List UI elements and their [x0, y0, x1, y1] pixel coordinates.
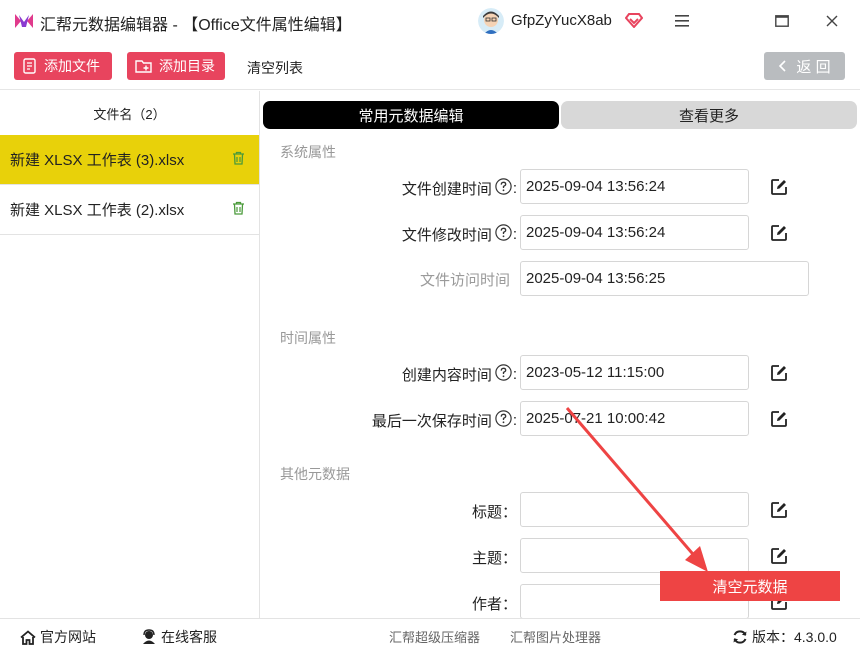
app-window: 汇帮元数据编辑器 - 【Office文件属性编辑】 GfpZyYucX8ab 添… — [0, 0, 860, 650]
metadata-panel: 常用元数据编辑 查看更多 系统属性 文件创建时间 : 2025-09-04 13… — [260, 91, 860, 618]
file-list-item[interactable]: 新建 XLSX 工作表 (3).xlsx — [0, 135, 259, 185]
clear-list-button[interactable]: 清空列表 — [247, 58, 303, 78]
home-icon — [20, 629, 36, 645]
content-created-time-input[interactable]: 2023-05-12 11:15:00 — [520, 355, 749, 390]
help-icon[interactable] — [495, 224, 512, 245]
section-title-time: 时间属性 — [280, 330, 336, 346]
file-list-panel: 文件名（2） 新建 XLSX 工作表 (3).xlsx 新建 XLSX 工作表 … — [0, 91, 260, 618]
field-label-file-created: 文件创建时间 : — [401, 178, 517, 199]
field-label-author: 作者： — [472, 593, 517, 614]
field-label-content-created: 创建内容时间 : — [401, 364, 517, 385]
field-label-text: 创建内容时间 — [401, 367, 492, 384]
version-info[interactable]: 版本：4.3.0.0 — [732, 627, 837, 647]
clear-metadata-button[interactable]: 清空元数据 — [660, 571, 840, 601]
help-icon[interactable] — [495, 364, 512, 385]
trash-icon[interactable] — [232, 151, 245, 169]
field-label-text: 文件创建时间 — [401, 181, 492, 198]
back-button[interactable]: 返 回 — [764, 52, 845, 80]
field-label-file-accessed: 文件访问时间 — [420, 269, 510, 290]
edit-icon[interactable] — [770, 178, 790, 198]
add-file-button[interactable]: 添加文件 — [14, 52, 112, 80]
field-label-title: 标题： — [472, 501, 517, 522]
chevron-left-icon — [779, 60, 786, 72]
field-label-text: 最后一次保存时间 — [371, 413, 492, 430]
section-title-system: 系统属性 — [280, 144, 336, 160]
field-label-text: 标题 — [471, 504, 502, 521]
avatar-icon[interactable] — [478, 8, 504, 34]
edit-icon[interactable] — [770, 547, 790, 567]
file-list-item[interactable]: 新建 XLSX 工作表 (2).xlsx — [0, 185, 259, 235]
compressor-link[interactable]: 汇帮超级压缩器 — [389, 627, 480, 646]
official-website-link[interactable]: 官方网站 — [20, 627, 96, 647]
tab-common-metadata[interactable]: 常用元数据编辑 — [263, 101, 559, 129]
file-modified-time-input[interactable]: 2025-09-04 13:56:24 — [520, 215, 749, 250]
section-title-other: 其他元数据 — [280, 466, 350, 482]
field-label-text: 主题 — [471, 550, 502, 567]
add-directory-label: 添加目录 — [159, 58, 215, 74]
add-file-icon — [23, 58, 36, 74]
official-website-label: 官方网站 — [40, 629, 96, 645]
file-name: 新建 XLSX 工作表 (2).xlsx — [10, 202, 185, 219]
field-label-text: 作者 — [471, 596, 502, 613]
edit-icon[interactable] — [770, 410, 790, 430]
online-support-label: 在线客服 — [161, 629, 217, 645]
menu-icon[interactable] — [671, 10, 693, 32]
support-agent-icon — [143, 629, 155, 644]
file-name: 新建 XLSX 工作表 (3).xlsx — [10, 152, 185, 169]
field-label-text: 文件访问时间 — [419, 272, 510, 289]
edit-icon[interactable] — [770, 364, 790, 384]
username[interactable]: GfpZyYucX8ab — [511, 12, 612, 29]
add-folder-icon — [135, 60, 152, 73]
window-title: 汇帮元数据编辑器 - 【Office文件属性编辑】 — [40, 17, 352, 34]
field-label-last-saved: 最后一次保存时间 : — [371, 410, 517, 431]
help-icon[interactable] — [495, 178, 512, 199]
field-label-text: 文件修改时间 — [401, 227, 492, 244]
trash-icon[interactable] — [232, 201, 245, 219]
edit-icon[interactable] — [770, 501, 790, 521]
back-label: 返 回 — [796, 58, 831, 76]
close-icon[interactable] — [821, 10, 843, 32]
file-created-time-input[interactable]: 2025-09-04 13:56:24 — [520, 169, 749, 204]
field-label-subject: 主题： — [472, 547, 517, 568]
online-support-link[interactable]: 在线客服 — [141, 627, 217, 647]
file-accessed-time-input[interactable]: 2025-09-04 13:56:25 — [520, 261, 809, 296]
subject-input[interactable] — [520, 538, 749, 573]
add-file-label: 添加文件 — [44, 58, 100, 74]
title-input[interactable] — [520, 492, 749, 527]
add-directory-button[interactable]: 添加目录 — [127, 52, 225, 80]
toolbar: 添加文件 添加目录 清空列表 返 回 — [0, 42, 860, 90]
refresh-icon — [733, 630, 747, 644]
file-list-header: 文件名（2） — [93, 106, 166, 122]
edit-icon[interactable] — [770, 224, 790, 244]
maximize-icon[interactable] — [771, 10, 793, 32]
title-bar: 汇帮元数据编辑器 - 【Office文件属性编辑】 GfpZyYucX8ab — [0, 0, 860, 42]
tab-view-more[interactable]: 查看更多 — [561, 101, 857, 129]
app-logo-icon — [14, 12, 34, 30]
version-label: 版本：4.3.0.0 — [752, 629, 837, 645]
image-tool-link[interactable]: 汇帮图片处理器 — [510, 627, 601, 646]
vip-diamond-icon[interactable] — [624, 12, 644, 29]
field-label-file-modified: 文件修改时间 : — [401, 224, 517, 245]
status-bar: 官方网站 在线客服 汇帮超级压缩器 汇帮图片处理器 版本：4.3.0.0 — [0, 618, 860, 650]
help-icon[interactable] — [495, 410, 512, 431]
last-saved-time-input[interactable]: 2025-07-21 10:00:42 — [520, 401, 749, 436]
